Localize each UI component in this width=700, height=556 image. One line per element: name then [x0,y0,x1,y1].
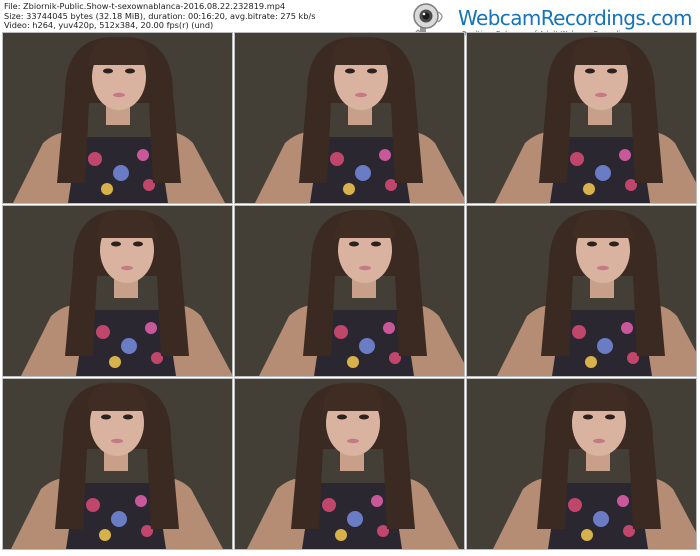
video-frame-1-icon [3,33,232,203]
video-thumbnail [3,206,232,376]
video-thumbnail [235,33,464,203]
video-frame-4-icon [3,206,232,376]
file-info: File: Zbiornik-Public.Show-t-sexownablan… [4,1,316,31]
thumbnail-grid [3,33,696,549]
header: File: Zbiornik-Public.Show-t-sexownablan… [0,0,700,43]
video-frame-9-icon [467,379,696,549]
video-thumbnail [467,33,696,203]
video-thumbnail [467,379,696,549]
video-frame-2-icon [235,33,464,203]
video-thumbnail [235,379,464,549]
logo-title: WebcamRecordings.com [458,6,692,30]
video-frame-6-icon [467,206,696,376]
video-frame-8-icon [235,379,464,549]
video-thumbnail [3,33,232,203]
video-thumbnail [467,206,696,376]
video-thumbnail [235,206,464,376]
video-info-line: Video: h264, yuv420p, 512x384, 20.00 fps… [4,20,214,31]
video-frame-7-icon [3,379,232,549]
video-frame-5-icon [235,206,464,376]
video-thumbnail [3,379,232,549]
video-frame-3-icon [467,33,696,203]
